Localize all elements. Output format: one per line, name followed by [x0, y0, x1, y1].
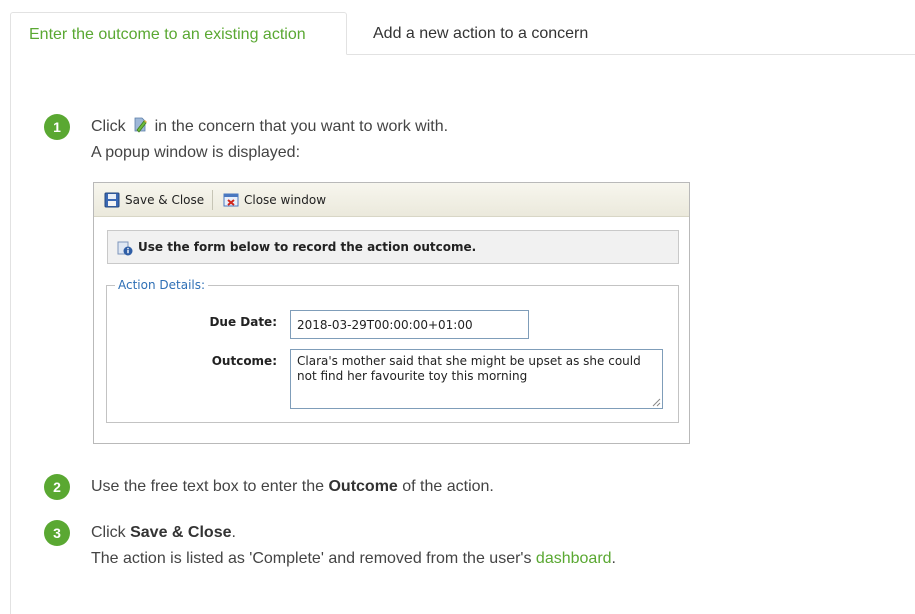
close-window-icon — [223, 193, 239, 207]
help-page: Enter the outcome to an existing action … — [0, 0, 915, 614]
tab-bar: Enter the outcome to an existing action … — [0, 0, 915, 55]
step-subtext: A popup window is displayed: — [91, 144, 301, 161]
step-text-before: Click — [91, 524, 131, 541]
info-bar: Use the form below to record the action … — [107, 230, 679, 264]
step-number-badge: 3 — [44, 520, 70, 546]
step-text: Use the free text box to enter the Outco… — [91, 476, 494, 498]
edit-pencil-icon — [134, 117, 148, 133]
step-text: Click in the concern that you want to wo… — [91, 116, 448, 138]
fieldset-legend: Action Details: — [115, 277, 209, 293]
due-date-label: Due Date: — [209, 315, 277, 329]
step-text-after: . — [231, 524, 236, 541]
step-text-after: of the action. — [397, 478, 494, 495]
save-close-label: Save & Close — [125, 193, 205, 207]
resize-grip-icon[interactable] — [651, 397, 661, 407]
close-window-label: Close window — [244, 193, 327, 207]
step-text: Click Save & Close. — [91, 522, 236, 544]
outcome-textarea[interactable]: Clara's mother said that she might be up… — [290, 349, 663, 409]
popup-window: Save & Close Close window Use the form b… — [93, 182, 690, 444]
toolbar-separator — [212, 190, 213, 210]
popup-toolbar: Save & Close Close window — [94, 183, 689, 217]
info-text: Use the form below to record the action … — [138, 240, 477, 254]
step-subtext-after: . — [611, 550, 616, 567]
info-icon — [117, 241, 133, 256]
step-text-after: in the concern that you want to work wit… — [150, 118, 449, 135]
step-number-badge: 2 — [44, 474, 70, 500]
tab-existing-action[interactable]: Enter the outcome to an existing action — [10, 12, 347, 55]
step-subtext-before: The action is listed as 'Complete' and r… — [91, 550, 536, 567]
dashboard-link[interactable]: dashboard — [536, 550, 612, 567]
step-text-before: Use the free text box to enter the — [91, 478, 329, 495]
step-text-before: Click — [91, 118, 126, 135]
due-date-input[interactable] — [290, 310, 529, 339]
step-text-bold: Save & Close — [130, 524, 232, 541]
step-number-badge: 1 — [44, 114, 70, 140]
step-subtext: The action is listed as 'Complete' and r… — [91, 548, 616, 570]
outcome-label: Outcome: — [211, 354, 277, 368]
action-details-fieldset: Action Details: Due Date: Outcome: Clara… — [106, 277, 679, 423]
save-disk-icon — [104, 192, 120, 208]
tab-new-action[interactable]: Add a new action to a concern — [355, 12, 606, 55]
step-text-bold: Outcome — [328, 478, 398, 495]
